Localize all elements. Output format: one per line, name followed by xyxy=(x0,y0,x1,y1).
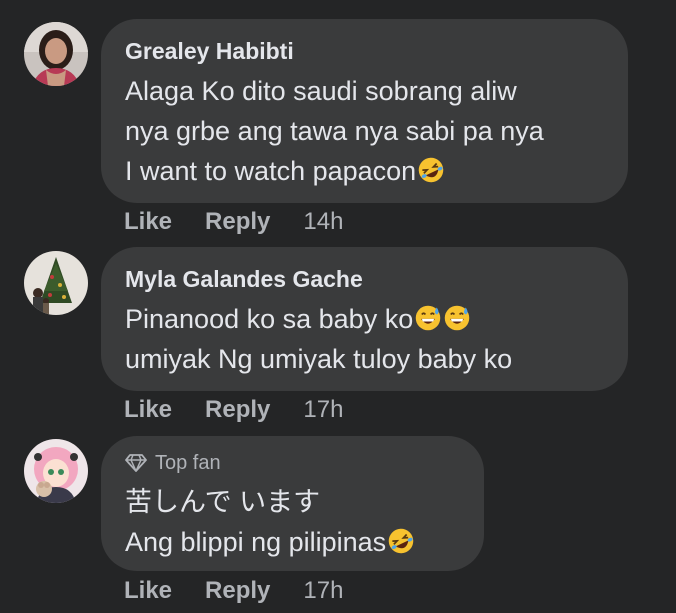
comment-text-line: 苦しんで います xyxy=(125,487,321,517)
reply-button[interactable]: Reply xyxy=(205,395,270,425)
rolling-on-floor-laughing-emoji-icon xyxy=(388,528,414,554)
comment-bubble: Top fan 苦しんで います Ang blippi ng pilipinas xyxy=(101,436,484,571)
comment-bubble: Myla Galandes Gache Pinanood ko sa baby … xyxy=(101,247,628,391)
profile-photo-christmas-tree-icon xyxy=(24,251,88,315)
like-button[interactable]: Like xyxy=(124,207,172,237)
comment-text-line: Alaga Ko dito saudi sobrang aliw xyxy=(125,76,517,106)
comment-bubble: Grealey Habibti Alaga Ko dito saudi sobr… xyxy=(101,19,628,203)
comment-text-line: nya grbe ang tawa nya sabi pa nya xyxy=(125,116,544,146)
comment-actions: Like Reply 17h xyxy=(124,395,343,425)
reply-button[interactable]: Reply xyxy=(205,207,270,237)
comment-timestamp[interactable]: 17h xyxy=(303,395,343,425)
avatar[interactable] xyxy=(24,22,88,86)
comment-text-line: umiyak Ng umiyak tuloy baby ko xyxy=(125,344,513,374)
comment-text: Ang blippi ng pilipinas xyxy=(125,527,387,557)
comment-text-line: Ang blippi ng pilipinas xyxy=(125,522,460,562)
avatar[interactable] xyxy=(24,251,88,315)
comment-text: Pinanood ko sa baby ko xyxy=(125,304,414,334)
grinning-face-with-sweat-emoji-icon xyxy=(444,305,470,331)
reply-button[interactable]: Reply xyxy=(205,576,270,606)
comment-actions: Like Reply 17h xyxy=(124,576,343,606)
avatar[interactable] xyxy=(24,439,88,503)
diamond-icon xyxy=(125,454,147,472)
comment-author[interactable]: Grealey Habibti xyxy=(125,37,604,65)
like-button[interactable]: Like xyxy=(124,395,172,425)
rolling-on-floor-laughing-emoji-icon xyxy=(418,157,444,183)
profile-photo-anime-girl-icon xyxy=(24,439,88,503)
comment-author[interactable]: Myla Galandes Gache xyxy=(125,265,604,293)
top-fan-badge: Top fan xyxy=(125,450,460,476)
grinning-face-with-sweat-emoji-icon xyxy=(415,305,441,331)
badge-label: Top fan xyxy=(155,452,221,474)
like-button[interactable]: Like xyxy=(124,576,172,606)
comment-text-line: Pinanood ko sa baby ko xyxy=(125,299,604,339)
comment-actions: Like Reply 14h xyxy=(124,207,343,237)
comment-text-line: I want to watch papacon xyxy=(125,151,604,191)
comment-timestamp[interactable]: 17h xyxy=(303,576,343,606)
comment-timestamp[interactable]: 14h xyxy=(303,207,343,237)
profile-photo-woman-icon xyxy=(24,22,88,86)
comment-text: I want to watch papacon xyxy=(125,156,417,186)
